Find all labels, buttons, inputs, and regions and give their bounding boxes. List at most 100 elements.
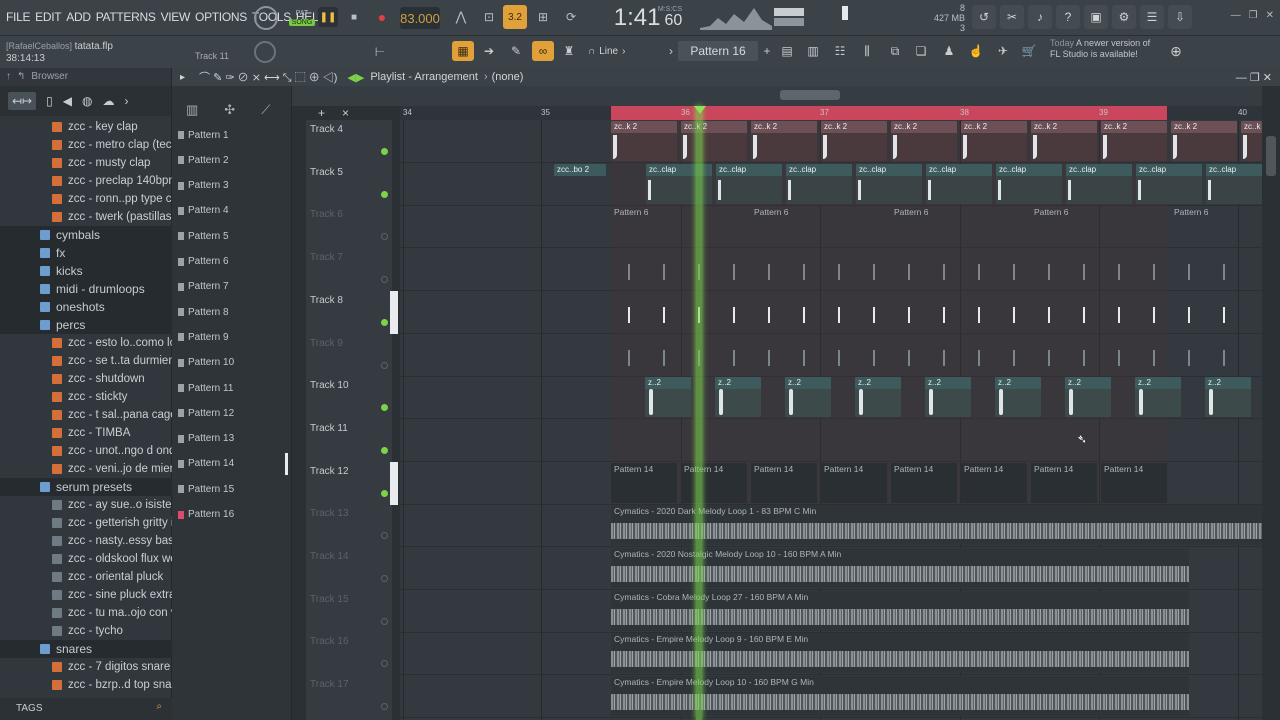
playlist-clip[interactable]: Pattern 14 (1101, 462, 1167, 503)
browser-folder[interactable]: cymbals (0, 226, 172, 244)
browser-folder[interactable]: kicks (0, 262, 172, 280)
playlist-clip[interactable]: z..2 (1135, 377, 1181, 418)
browser-item[interactable]: zcc - preclap 140bpm (0, 172, 172, 190)
pattern-item[interactable]: Pattern 3 (178, 175, 290, 197)
playlist-clip[interactable]: zc..clap (996, 163, 1062, 204)
browser-item[interactable]: zcc - 7 digitos snare (0, 658, 172, 676)
playlist-clip[interactable]: zcc..bo 2 (554, 163, 606, 204)
restore-icon[interactable]: ❐ (1249, 10, 1258, 21)
playlist-clip[interactable]: zc..clap (926, 163, 992, 204)
search-icon[interactable]: ⌕ (156, 701, 162, 712)
tempo-display[interactable]: 83.000 (400, 7, 440, 29)
master-volume-knob[interactable] (254, 6, 278, 30)
stop-button[interactable]: ■ (344, 7, 364, 27)
track-mute-led[interactable] (381, 489, 388, 497)
playlist-grid[interactable]: zc..k 2 zc..k 2 zc..k 2 zc..k 2 zc..k 2 zc..k… (400, 120, 1262, 720)
save-icon[interactable]: ▣ (1084, 5, 1108, 29)
cloud-icon[interactable]: ☁ (102, 94, 114, 108)
browser-item[interactable]: zcc - se t..ta durmiendo (0, 352, 172, 370)
arrow-icon[interactable]: ➔ (478, 41, 500, 61)
pattern-item[interactable]: Pattern 4 (178, 200, 290, 222)
pattern-item[interactable]: Pattern 11 (178, 377, 290, 399)
browser-folder[interactable]: midi - drumloops (0, 280, 172, 298)
speaker-icon[interactable]: ◀ (63, 94, 72, 108)
track-header[interactable]: Track 5 (306, 163, 392, 206)
playlist-clip[interactable]: Pattern 6 (1031, 206, 1167, 246)
playlist-clip[interactable]: Pattern 14 (821, 462, 887, 503)
playlist-clip[interactable]: z..2 (995, 377, 1041, 418)
playlist-clip[interactable]: z..2 (1065, 377, 1111, 418)
track-header[interactable]: Track 11 (306, 419, 392, 462)
browser-item[interactable]: zcc - TIMBA (0, 424, 172, 442)
track-header[interactable]: Track 8 (306, 290, 398, 334)
pattern-item[interactable]: Pattern 15 (178, 478, 290, 500)
track-mute-led[interactable] (381, 703, 388, 711)
playlist-clip[interactable]: Pattern 14 (1031, 462, 1097, 503)
track-header[interactable]: Track 14 (306, 547, 392, 590)
channel-rack-icon[interactable]: ▥ (802, 41, 824, 61)
playlist-clip[interactable]: zc..clap (646, 163, 712, 204)
browser-item[interactable]: zcc - nasty..essy bass 2 (0, 532, 172, 550)
playlist-clip[interactable]: zc..clap (716, 163, 782, 204)
next-icon[interactable]: › (124, 94, 128, 108)
playlist-clip[interactable]: zc..k 2 (1171, 121, 1237, 161)
globe-small-icon[interactable]: ◍ (82, 94, 92, 108)
pattern-item[interactable]: Pattern 1 (178, 124, 290, 146)
fader-icon[interactable]: ⊢ (370, 42, 390, 62)
playlist-clip[interactable]: zc..k 2 (1101, 121, 1167, 161)
snap-tools-icons[interactable]: ⌒ ✎ ✑ ⊘ ⨯ ⟷ ⤡ ⬚ ⊕ ◁) (199, 69, 337, 85)
countdown-icon[interactable]: 3.2 (503, 5, 527, 29)
browser-item[interactable]: zcc - bzrp..d top snare (0, 676, 172, 694)
track-header[interactable]: Track 9 (306, 334, 392, 377)
pattern-picker-icon[interactable]: ⧉ (884, 41, 906, 61)
track-mute-led[interactable] (381, 575, 388, 582)
loop-record-icon[interactable]: ⟳ (560, 7, 582, 27)
arrangement-name[interactable]: (none) (492, 71, 524, 83)
pattern-item[interactable]: Pattern 14 (178, 452, 290, 475)
track-header[interactable]: Track 12 (306, 461, 398, 505)
playlist-clip[interactable]: z..2 (715, 377, 761, 418)
track-mute-led[interactable] (381, 617, 388, 625)
playlist-clip[interactable]: z..2 (1205, 377, 1251, 418)
record-button[interactable]: ● (372, 7, 392, 27)
playhead-marker-icon[interactable] (694, 106, 706, 114)
browser-item[interactable]: zcc - metro clap (teca) (0, 136, 172, 154)
plugin-icon[interactable]: ⚙ (1112, 5, 1136, 29)
playlist-clip[interactable]: Pattern 6 (891, 206, 1027, 246)
browser-item[interactable]: zcc - musty clap (0, 154, 172, 172)
browser-item[interactable]: zcc - key clap (0, 118, 172, 136)
pattern-item[interactable]: Pattern 6 (178, 251, 290, 273)
track-mute-led[interactable] (381, 446, 388, 454)
browser-item[interactable]: zcc - sine pluck extra (0, 586, 172, 604)
draw-icon[interactable]: ⟋ (261, 102, 270, 118)
playlist-clip[interactable]: Pattern 14 (891, 462, 957, 503)
playlist-clip[interactable]: Pattern 6 (1171, 206, 1262, 246)
mixer-icon[interactable]: ⫼ (856, 41, 878, 61)
help-icon[interactable]: ? (1056, 5, 1080, 29)
horizontal-scrollbar[interactable] (780, 90, 840, 100)
playlist-clip[interactable]: Pattern 14 (751, 462, 817, 503)
playlist-clip[interactable]: zc..k 2 (1241, 121, 1262, 161)
piano-roll-icon[interactable]: ▥ (186, 102, 198, 118)
pattern-selector[interactable]: Pattern 16 (678, 41, 758, 61)
arrow-up-icon[interactable]: ↑ (6, 71, 11, 83)
pattern-item[interactable]: Pattern 2 (178, 149, 290, 171)
browser-item[interactable]: zcc - tu ma..ojo con vos (0, 604, 172, 622)
track-mute-led[interactable] (381, 660, 388, 668)
add-track-icon[interactable]: + (318, 106, 325, 120)
pattern-item[interactable]: Pattern 10 (178, 352, 290, 374)
menu-patterns[interactable]: PATTERNS (96, 10, 156, 24)
track-mute-led[interactable] (381, 233, 388, 241)
playlist-clip[interactable]: Pattern 6 (611, 206, 747, 246)
browser-item[interactable]: zcc - stickty (0, 388, 172, 406)
pattern-item[interactable]: Pattern 12 (178, 402, 290, 424)
add-pattern-icon[interactable]: + (756, 41, 778, 61)
playlist-clip[interactable]: zc..clap (786, 163, 852, 204)
link-icon[interactable]: ∞ (532, 41, 554, 61)
undo-history-icon[interactable]: ↺ (972, 5, 996, 29)
minimize-icon[interactable]: — (1231, 10, 1241, 21)
piano-icon[interactable]: ▦ (452, 41, 474, 61)
browser-item[interactable]: zcc - tycho (0, 622, 172, 640)
menu-file[interactable]: FILE (6, 10, 30, 24)
mic-icon[interactable]: ♪ (1028, 5, 1052, 29)
